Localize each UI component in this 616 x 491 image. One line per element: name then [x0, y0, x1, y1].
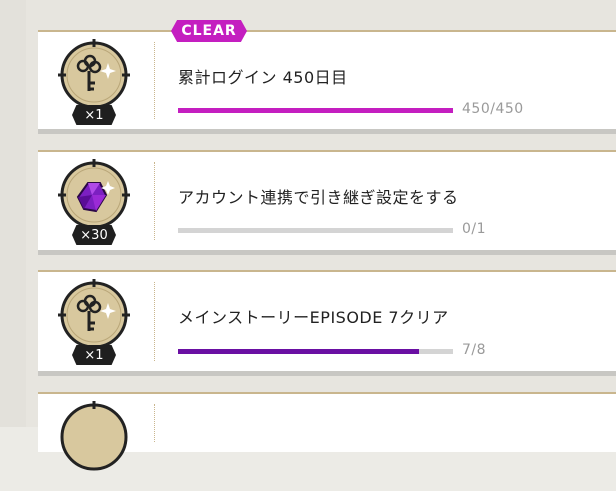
reward-count: ×1 — [84, 347, 104, 363]
reward-slot — [58, 401, 130, 491]
progress-bar — [178, 349, 453, 354]
card-divider — [154, 404, 155, 442]
progress-text: 0/1 — [462, 221, 487, 237]
reward-count: ×30 — [80, 227, 108, 243]
progress-bar — [178, 228, 453, 233]
mission-card[interactable] — [38, 392, 616, 471]
mission-card[interactable]: ×30 アカウント連携で引き継ぎ設定をする 0/1 — [38, 150, 616, 255]
mission-title: 累計ログイン 450日目 — [178, 68, 348, 87]
reward-slot: ×1 — [58, 39, 130, 129]
reward-count: ×1 — [84, 107, 104, 123]
reward-slot: ×1 — [58, 279, 130, 369]
reward-count-badge: ×1 — [72, 345, 116, 365]
reward-slot: ×30 — [58, 159, 130, 249]
progress-text: 450/450 — [462, 101, 524, 117]
key-icon — [60, 401, 128, 471]
reward-count-badge: ×1 — [72, 105, 116, 125]
mission-card[interactable]: ×1 メインストーリーEPISODE 7クリア 7/8 — [38, 270, 616, 376]
mission-title: アカウント連携で引き継ぎ設定をする — [178, 188, 459, 207]
reward-count-badge: ×30 — [72, 225, 116, 245]
progress-bar-fill — [178, 108, 453, 113]
progress-text: 7/8 — [462, 342, 487, 358]
progress-bar-fill — [178, 349, 419, 354]
key-icon — [58, 279, 130, 349]
gem-icon — [58, 159, 130, 229]
card-divider — [154, 282, 155, 361]
mission-list-panel: ×1 累計ログイン 450日目 450/450 CLEAR ×30 アカウント連… — [0, 0, 616, 471]
card-divider — [154, 42, 155, 119]
card-divider — [154, 162, 155, 240]
clear-badge-label: CLEAR — [181, 23, 237, 39]
mission-card[interactable]: ×1 累計ログイン 450日目 450/450 — [38, 30, 616, 134]
mission-title: メインストーリーEPISODE 7クリア — [178, 308, 449, 327]
clear-badge: CLEAR — [171, 20, 247, 42]
progress-bar — [178, 108, 453, 113]
key-icon — [58, 39, 130, 109]
